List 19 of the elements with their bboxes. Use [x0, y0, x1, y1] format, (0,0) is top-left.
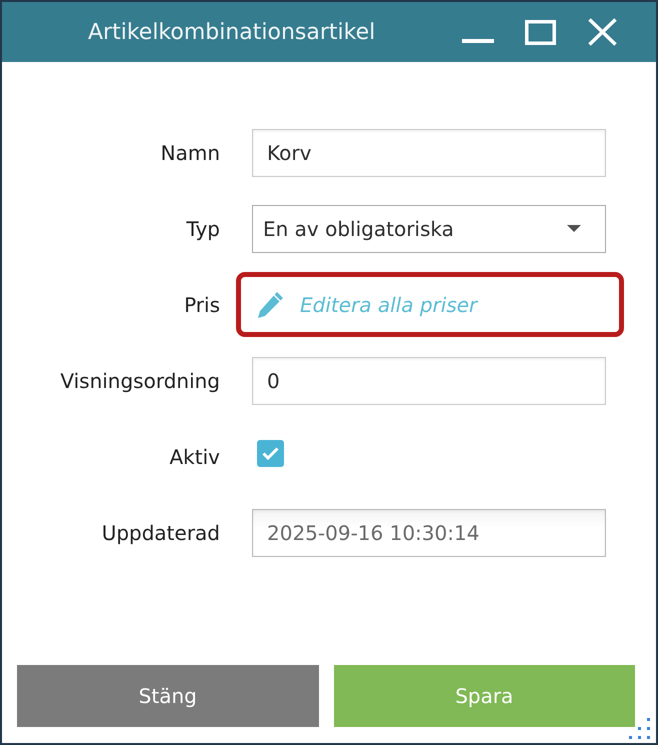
field-label: Visningsordning — [60, 368, 220, 392]
field-label: Uppdaterad — [102, 520, 220, 544]
field-label: Typ — [186, 216, 220, 240]
dropdown[interactable]: En av obligatoriska — [252, 204, 606, 252]
text-field[interactable]: Korv — [252, 128, 606, 176]
field-label: Aktiv — [170, 444, 220, 468]
resize-grip-icon[interactable] — [629, 718, 651, 740]
minimize-icon — [462, 38, 494, 42]
caret-icon — [567, 225, 581, 232]
checkbox[interactable] — [257, 440, 284, 467]
close-dialog-button[interactable]: Stäng — [17, 665, 318, 727]
text-field[interactable]: 0 — [252, 356, 606, 404]
window-title: Artikelkombinationsartikel — [88, 20, 376, 44]
pencil-icon — [257, 290, 284, 318]
maximize-icon — [524, 20, 556, 44]
close-icon — [588, 18, 616, 46]
field-label: Pris — [184, 292, 220, 316]
checkmark-icon — [262, 447, 279, 460]
field-label: Namn — [160, 140, 220, 164]
